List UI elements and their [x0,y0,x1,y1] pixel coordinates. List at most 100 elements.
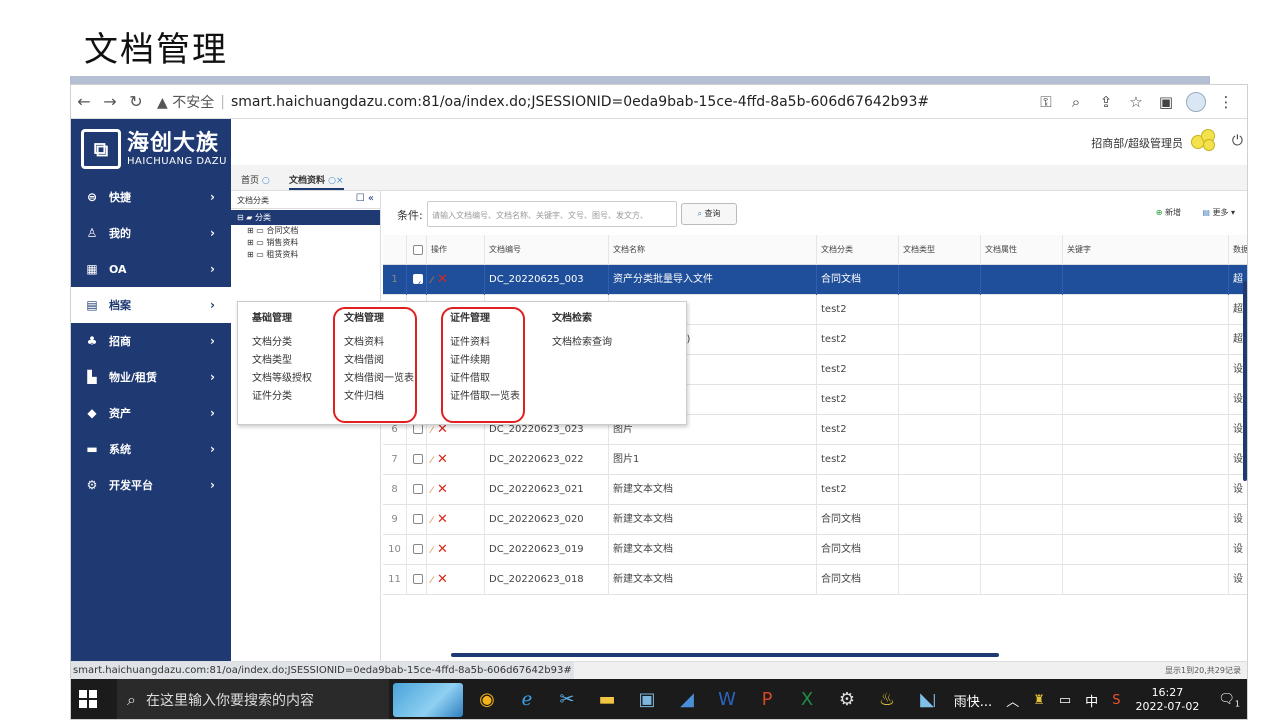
app-blue-icon[interactable]: ◢ [667,685,707,715]
column-header[interactable]: 文档名称 [609,235,817,265]
battery-icon[interactable]: ▭ [1059,693,1071,708]
column-header[interactable]: 文档类型 [899,235,981,265]
delete-icon[interactable]: ✕ [433,452,448,467]
settings-gear-icon[interactable]: ⚙ [827,685,867,715]
word-icon[interactable]: W [707,685,747,715]
row-checkbox[interactable] [413,514,423,524]
photos-icon[interactable]: ▣ [627,685,667,715]
profile-avatar-icon[interactable] [1186,92,1206,112]
horizontal-scrollbar[interactable] [451,653,999,657]
chrome-icon[interactable]: ◉ [467,685,507,715]
menu-item[interactable]: 文档等级授权 [252,370,312,388]
menu-item[interactable]: 文档类型 [252,352,312,370]
column-header[interactable]: 关键字 [1063,235,1229,265]
excel-icon[interactable]: X [787,685,827,715]
menu-item[interactable]: 文档检索查询 [552,334,612,352]
security-warning[interactable]: ▲ 不安全 [157,92,214,112]
sidebar-item-system[interactable]: ▬ 系统 › [71,431,231,467]
edge-icon[interactable]: ℯ [507,685,547,715]
menu-column-search: 文档检索 文档检索查询 [552,310,612,352]
menu-item[interactable]: 证件分类 [252,388,312,406]
document-category: test2 [817,445,899,475]
menu-kebab-icon[interactable]: ⋮ [1211,93,1241,111]
delete-icon[interactable]: ✕ [433,572,448,587]
zoom-icon[interactable]: ⌕ [1061,93,1091,111]
row-checkbox[interactable] [413,424,423,434]
document-attribute [981,475,1063,505]
table-row[interactable]: 7 ⁄ ✕ DC_20220623_022 图片1 test2 设 [383,445,1247,475]
table-row[interactable]: 9 ⁄ ✕ DC_20220623_020 新建文本文档 合同文档 设 [383,505,1247,535]
share-icon[interactable]: ⇪ [1091,93,1121,111]
logo-subtitle: HAICHUANG DAZU [127,155,227,167]
row-checkbox[interactable] [413,270,423,295]
weather-icon[interactable]: ❘ [929,693,940,708]
tree-node[interactable]: ⊞ ▭ 销售资料 [231,237,380,249]
table-row[interactable]: 1 ⁄ ✕DC_20220625_003资产分类批量导入文件合同文档超 [383,265,1247,295]
back-icon[interactable]: ← [71,92,97,111]
column-header[interactable]: 操作 [427,235,485,265]
delete-icon[interactable]: ✕ [433,272,448,287]
column-header[interactable]: 文档分类 [817,235,899,265]
more-button[interactable]: ▤ 更多 ▾ [1202,207,1235,218]
table-row[interactable]: 8 ⁄ ✕ DC_20220623_021 新建文本文档 test2 设 [383,475,1247,505]
select-all-checkbox[interactable] [413,244,423,255]
delete-icon[interactable]: ✕ [433,482,448,497]
delete-icon[interactable]: ✕ [433,542,448,557]
input-method-icon[interactable]: S [1112,693,1120,708]
table-row[interactable]: 11 ⁄ ✕ DC_20220623_018 新建文本文档 合同文档 设 [383,565,1247,595]
column-header[interactable]: 数据 [1229,235,1247,265]
tree-node[interactable]: ⊞ ▭ 合同文档 [231,225,380,237]
table-row[interactable]: 10 ⁄ ✕ DC_20220623_019 新建文本文档 合同文档 设 [383,535,1247,565]
ime-indicator[interactable]: 中 [1085,691,1098,710]
tab-documents[interactable]: 文档资料 ○× [289,173,344,190]
tray-app-icon[interactable]: ♜ [1033,693,1045,708]
file-explorer-icon[interactable]: ▬ [587,685,627,715]
powerpoint-icon[interactable]: P [747,685,787,715]
chevron-right-icon: › [210,370,215,384]
sidebar-item-asset[interactable]: ◆ 资产 › [71,395,231,431]
address-bar[interactable]: smart.haichuangdazu.com:81/oa/index.do;J… [231,94,929,110]
key-icon[interactable]: ⚿ [1031,93,1061,111]
bookmark-star-icon[interactable]: ☆ [1121,93,1151,111]
sidebar-item-merchant[interactable]: ♣ 招商 › [71,323,231,359]
sidebar-item-property[interactable]: ▙ 物业/租赁 › [71,359,231,395]
weather-text[interactable]: 雨快... [954,691,992,710]
column-header[interactable]: 文档编号 [485,235,609,265]
row-checkbox[interactable] [413,544,423,554]
search-highlight-banner[interactable] [393,683,463,717]
clock[interactable]: 16:27 2022-07-02 [1135,686,1199,714]
tab-home[interactable]: 首页 ○ [241,173,270,186]
menu-item[interactable]: 文档分类 [252,334,312,352]
reload-icon[interactable]: ↻ [123,92,149,111]
search-input[interactable]: 请输入文档编号、文档名称、关键字、文号、图号、发文方、 [427,201,677,227]
tree-root-node[interactable]: ⊟ ▰ 分类 [231,210,380,225]
row-checkbox[interactable] [413,574,423,584]
collapse-panel-icon[interactable]: ☐ « [356,193,374,204]
add-button[interactable]: ⊕ 新增 [1156,207,1181,218]
snip-tool-icon[interactable]: ✂ [547,685,587,715]
logo-mark-icon: ⧉ [81,129,121,169]
app-cup-icon[interactable]: ♨ [867,685,907,715]
column-header[interactable]: 文档属性 [981,235,1063,265]
user-avatar[interactable] [1189,125,1219,153]
sidebar-item-archive[interactable]: ▤ 档案 › [71,287,231,323]
delete-icon[interactable]: ✕ [433,512,448,527]
menu-column-title: 文档检索 [552,313,592,324]
sidebar-item-dev-platform[interactable]: ⚙ 开发平台 › [71,467,231,503]
sidepanel-icon[interactable]: ▣ [1151,93,1181,111]
forward-icon[interactable]: → [97,92,123,111]
windows-start-icon[interactable] [79,690,97,708]
search-button[interactable]: ⌕ 查询 [681,203,737,225]
taskbar-search[interactable]: ⌕ 在这里输入你要搜索的内容 [117,679,389,719]
current-user[interactable]: 招商部/超级管理员 [1091,135,1183,151]
sidebar-item-mine[interactable]: ♙ 我的 › [71,215,231,251]
power-icon[interactable]: ⏻ [1232,133,1243,149]
vertical-scrollbar[interactable] [1243,281,1247,481]
notification-icon[interactable]: 🗨1 [1218,692,1240,709]
chevron-up-icon[interactable]: ︿ [1006,691,1019,710]
row-checkbox[interactable] [413,484,423,494]
row-checkbox[interactable] [413,454,423,464]
sidebar-item-oa[interactable]: ▦ OA › [71,251,231,287]
sidebar-item-quick[interactable]: ⊜ 快捷 › [71,179,231,215]
tree-node[interactable]: ⊞ ▭ 租赁资料 [231,249,380,261]
